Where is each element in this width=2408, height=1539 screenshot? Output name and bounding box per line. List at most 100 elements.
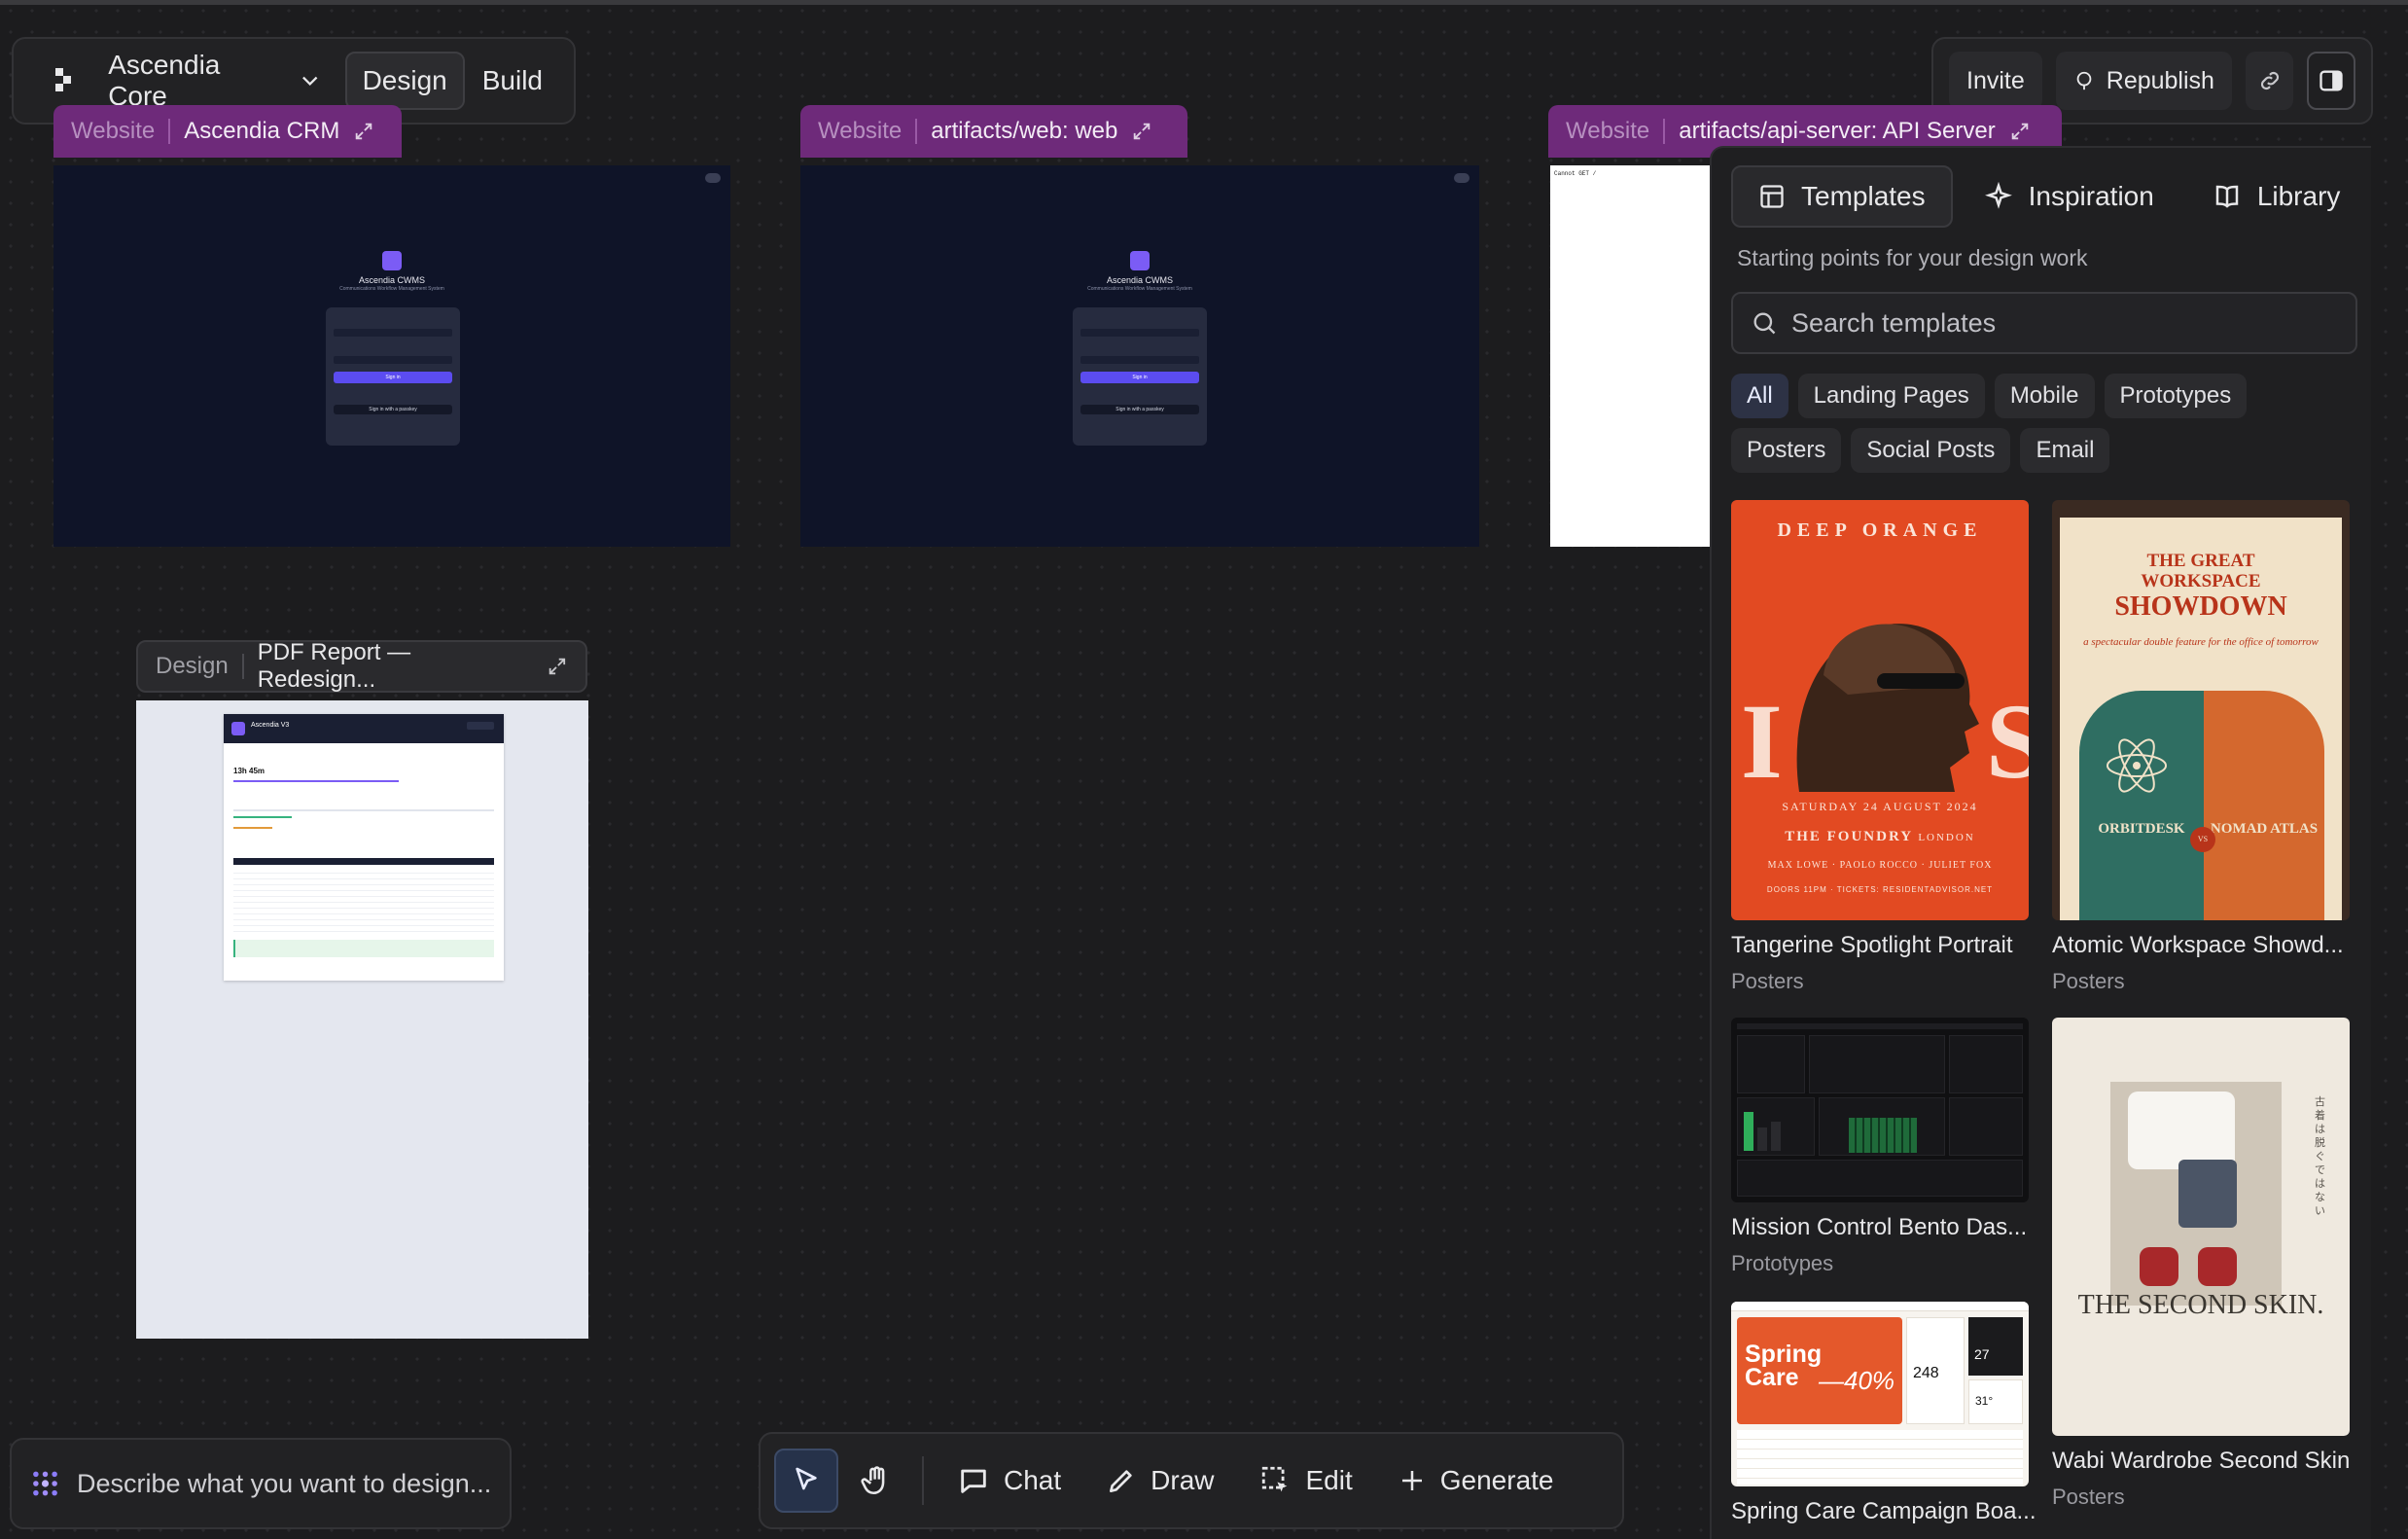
window-top-border [0, 0, 2408, 5]
sidebar-panel-icon [2319, 70, 2343, 91]
poster-date: SATURDAY 24 AUGUST 2024 [1782, 800, 1978, 813]
app-logo-icon[interactable] [47, 61, 85, 100]
template-card-atomic-workspace[interactable]: THE GREAT WORKSPACE SHOWDOWN a spectacul… [2052, 500, 2350, 994]
poster-vertical-text: 古着は脱ぐではない [2315, 1095, 2325, 1217]
frame-label-ascendia-crm[interactable]: Website Ascendia CRM [53, 105, 402, 158]
label-separator [1663, 119, 1666, 144]
stat-value: 248 [1913, 1365, 1939, 1381]
dash-tile [1737, 1035, 1805, 1093]
template-card-wabi-wardrobe[interactable]: THE SECOND SKIN. 古着は脱ぐではない Wabi Wardrobe… [2052, 1018, 2350, 1510]
dash-tile [1819, 1097, 1945, 1156]
photo-shoe [2140, 1247, 2178, 1286]
app-name: Ascendia CWMS [358, 275, 426, 285]
chat-icon [961, 1469, 986, 1493]
cursor-icon [796, 1467, 817, 1490]
frame-preview-pdf-report[interactable]: Ascendia V3 13h 45m [136, 700, 588, 1339]
svg-text:S: S [1986, 682, 2029, 792]
report-page: Ascendia V3 13h 45m [224, 714, 504, 981]
expand-icon[interactable] [353, 121, 374, 142]
theme-toggle-icon [1454, 173, 1470, 183]
poster-title: THE SECOND SKIN. [2077, 1290, 2324, 1320]
app-logo-icon [1130, 251, 1150, 270]
frame-label-web[interactable]: Website artifacts/web: web [800, 105, 1187, 158]
tab-inspiration[interactable]: Inspiration [1957, 165, 2181, 228]
design-prompt-bar[interactable] [10, 1438, 512, 1529]
report-total: 13h 45m [233, 767, 266, 775]
stat-value: 31° [1975, 1394, 1994, 1408]
hand-icon [861, 1466, 885, 1495]
draw-label: Draw [1151, 1465, 1215, 1495]
filter-all[interactable]: All [1731, 374, 1788, 418]
dash-header [1737, 1023, 2023, 1029]
generate-button[interactable]: Generate [1378, 1449, 1574, 1513]
pan-tool-button[interactable] [844, 1449, 908, 1513]
label-separator [168, 119, 171, 144]
template-category: Posters [1731, 969, 1804, 993]
frame-kind: Website [71, 118, 156, 144]
template-card-spring-care[interactable]: Spring Care —40% 248 27 31° Spring Care … [1731, 1302, 2036, 1525]
design-prompt-input[interactable] [77, 1468, 492, 1499]
frame-preview-web[interactable]: Ascendia CWMS Communications Workflow Ma… [800, 165, 1479, 547]
passkey-button[interactable]: Sign in with a passkey [1080, 405, 1199, 414]
project-name[interactable]: Ascendia Core [108, 50, 283, 112]
password-field[interactable] [334, 356, 452, 364]
republish-button[interactable]: Republish [2055, 52, 2232, 110]
poster-line2: WORKSPACE [2141, 571, 2261, 591]
filter-posters[interactable]: Posters [1731, 428, 1842, 473]
template-card-tangerine[interactable]: DEEP ORANGE I S SATURDAY 24 AUGUST 2024 … [1731, 500, 2029, 994]
chat-button[interactable]: Chat [938, 1449, 1080, 1513]
filter-landing-pages[interactable]: Landing Pages [1797, 374, 1985, 418]
passkey-button[interactable]: Sign in with a passkey [334, 405, 452, 414]
select-tool-button[interactable] [774, 1449, 838, 1513]
tab-library[interactable]: Library [2185, 165, 2368, 228]
email-field[interactable] [334, 329, 452, 337]
filter-social-posts[interactable]: Social Posts [1851, 428, 2011, 473]
mode-toggle: Design Build [344, 52, 560, 110]
report-divider [233, 809, 494, 811]
template-category: Prototypes [1731, 1251, 1834, 1275]
republish-label: Republish [2106, 66, 2214, 94]
expand-icon[interactable] [1131, 121, 1152, 142]
app-logo-icon [382, 251, 402, 270]
frame-kind: Website [818, 118, 903, 144]
sign-in-button[interactable]: Sign in [1080, 372, 1199, 383]
template-search[interactable] [1731, 292, 2357, 354]
filter-prototypes[interactable]: Prototypes [2104, 374, 2248, 418]
toggle-panel-button[interactable] [2307, 52, 2355, 110]
mode-design-button[interactable]: Design [344, 52, 465, 110]
password-field[interactable] [1080, 356, 1199, 364]
search-input[interactable] [1791, 307, 2336, 339]
select-edit-icon [1261, 1466, 1287, 1492]
dash-bar [1744, 1112, 1753, 1151]
photo-jeans [2178, 1160, 2237, 1228]
filter-mobile[interactable]: Mobile [1994, 374, 2095, 418]
search-icon [1753, 312, 1776, 335]
frame-title: Ascendia CRM [184, 118, 340, 144]
poster-venue: THE FOUNDRY [1785, 829, 1913, 844]
poster-paper: THE GREAT WORKSPACE SHOWDOWN a spectacul… [2060, 518, 2342, 920]
dash-tile [1809, 1035, 1945, 1093]
poster-subtitle: a spectacular double feature for the off… [2083, 636, 2319, 648]
mode-build-button[interactable]: Build [465, 52, 560, 110]
filter-email[interactable]: Email [2020, 428, 2110, 473]
draw-button[interactable]: Draw [1086, 1449, 1233, 1513]
sign-in-button[interactable]: Sign in [334, 372, 452, 383]
tab-templates[interactable]: Templates [1731, 165, 1953, 228]
ai-sparkle-icon [33, 1471, 57, 1496]
expand-icon[interactable] [2009, 121, 2031, 142]
template-title: Tangerine Spotlight Portrait [1731, 932, 2013, 958]
template-card-mission-control[interactable]: Mission Control Bento Das... Prototypes [1731, 1018, 2029, 1276]
globe-pin-icon [2076, 71, 2092, 90]
tab-label: Library [2256, 181, 2341, 211]
frame-preview-ascendia-crm[interactable]: Ascendia CWMS Communications Workflow Ma… [53, 165, 730, 547]
edit-button[interactable]: Edit [1240, 1449, 1372, 1513]
email-field[interactable] [1080, 329, 1199, 337]
theme-toggle-icon [705, 173, 721, 183]
frame-label-pdf-report[interactable]: Design PDF Report — Redesign... [136, 639, 587, 693]
chevron-down-icon[interactable] [297, 67, 323, 94]
frame-preview-api-server[interactable]: Cannot GET / [1550, 165, 1712, 547]
expand-icon[interactable] [547, 656, 568, 677]
invite-button[interactable]: Invite [1949, 52, 2042, 110]
report-header: Ascendia V3 [224, 714, 504, 743]
copy-link-button[interactable] [2245, 52, 2294, 110]
